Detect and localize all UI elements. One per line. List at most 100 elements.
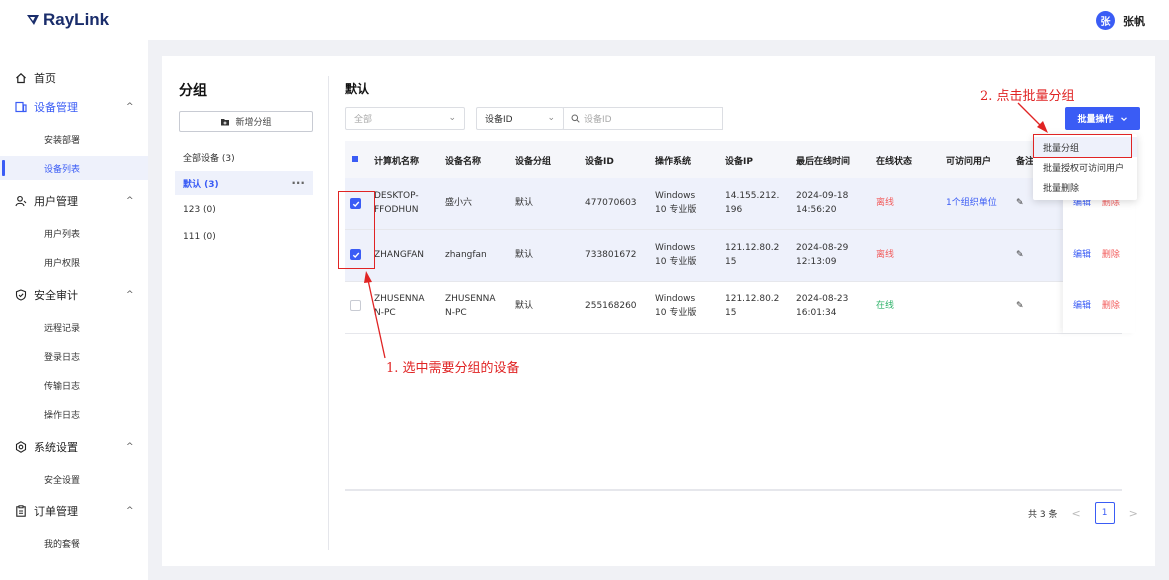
- delete-link[interactable]: 删除: [1102, 301, 1120, 311]
- sidebar-item-home[interactable]: 首页: [0, 67, 148, 89]
- sidebar-item-user-permission[interactable]: 用户权限: [0, 250, 148, 274]
- total-count: 共 3 条: [1028, 509, 1058, 520]
- column-header: 备注: [1016, 157, 1035, 167]
- column-header: 设备分组: [515, 157, 552, 167]
- group-item-all[interactable]: 全部设备 (3): [175, 145, 313, 169]
- device-ip: 14.155.212.: [725, 191, 780, 201]
- more-icon[interactable]: ···: [291, 176, 305, 190]
- search-input[interactable]: 设备ID: [563, 107, 723, 130]
- menu-item-bulk-authorize[interactable]: 批量授权可访问用户: [1033, 157, 1137, 177]
- device-ip: 15: [725, 257, 737, 267]
- group-item-111[interactable]: 111 (0): [175, 225, 313, 249]
- sidebar-item-order-management[interactable]: 订单管理 ^: [0, 500, 148, 522]
- sidebar-item-remote-log[interactable]: 远程记录: [0, 315, 148, 339]
- chevron-down-icon: [1120, 116, 1127, 121]
- prev-page-icon[interactable]: <: [1071, 507, 1080, 520]
- sidebar-item-system-settings[interactable]: 系统设置 ^: [0, 436, 148, 458]
- device-ip: 121.12.80.2: [725, 294, 780, 304]
- next-page-icon[interactable]: >: [1129, 507, 1138, 520]
- edit-note-icon[interactable]: ✎: [1016, 196, 1024, 210]
- search-field-value: 设备ID: [485, 115, 513, 125]
- column-header: 操作系统: [655, 157, 692, 167]
- sidebar-item-device-list[interactable]: 设备列表: [0, 156, 148, 180]
- menu-item-label: 批量授权可访问用户: [1043, 163, 1125, 174]
- device-group: 默认: [515, 198, 534, 208]
- device-icon: [14, 101, 27, 114]
- device-ip: 121.12.80.2: [725, 243, 780, 253]
- raylink-logo[interactable]: RayLink: [26, 10, 109, 30]
- sidebar-item-user-management[interactable]: 用户管理 ^: [0, 190, 148, 212]
- column-header: 设备IP: [725, 157, 753, 167]
- computer-name: ZHANGFAN: [374, 250, 425, 260]
- user-name[interactable]: 张帆: [1123, 13, 1145, 29]
- sidebar-item-transfer-log[interactable]: 传输日志: [0, 373, 148, 397]
- row-checkbox[interactable]: [350, 300, 361, 311]
- bulk-group-highlight-box: [1033, 134, 1132, 158]
- bulk-operation-button[interactable]: 批量操作: [1065, 107, 1140, 130]
- group-item-123[interactable]: 123 (0): [175, 198, 313, 222]
- sidebar-item-login-log[interactable]: 登录日志: [0, 344, 148, 368]
- sidebar-item-my-plan[interactable]: 我的套餐: [0, 531, 148, 555]
- device-group: 默认: [515, 250, 534, 260]
- bulk-operation-label: 批量操作: [1077, 115, 1114, 125]
- column-header: 可访问用户: [946, 157, 992, 167]
- sidebar-item-label: 操作日志: [44, 410, 81, 421]
- edit-link[interactable]: 编辑: [1073, 250, 1091, 260]
- sidebar-item-operation-log[interactable]: 操作日志: [0, 402, 148, 426]
- device-id: 733801672: [585, 250, 637, 260]
- edit-note-icon[interactable]: ✎: [1016, 248, 1024, 262]
- accessible-users-link[interactable]: 1个组织单位: [946, 196, 997, 210]
- group-item-label: 默认 (3): [183, 179, 219, 190]
- os: Windows: [655, 294, 696, 304]
- panel-divider: [328, 76, 329, 550]
- last-online: 2024-09-18: [796, 191, 849, 201]
- column-header: 设备名称: [445, 157, 482, 167]
- logo-text: RayLink: [43, 10, 110, 29]
- status-badge: 离线: [876, 250, 895, 260]
- device-ip: 15: [725, 308, 737, 318]
- menu-item-bulk-delete[interactable]: 批量删除: [1033, 177, 1137, 197]
- delete-link[interactable]: 删除: [1102, 250, 1120, 260]
- column-header: 最后在线时间: [796, 157, 851, 167]
- group-panel-title: 分组: [179, 83, 207, 99]
- sidebar-item-security-audit[interactable]: 安全审计 ^: [0, 284, 148, 306]
- sidebar-item-device-deploy[interactable]: 安装部署: [0, 127, 148, 151]
- pagination: 共 3 条 < 1 >: [1028, 502, 1138, 524]
- column-header: 在线状态: [876, 157, 913, 167]
- checkbox-highlight-box: [338, 191, 375, 269]
- search-placeholder: 设备ID: [584, 115, 612, 125]
- device-group: 默认: [515, 301, 534, 311]
- page-button[interactable]: 1: [1094, 502, 1115, 524]
- group-item-default[interactable]: 默认 (3) ···: [175, 171, 313, 195]
- group-item-label: 全部设备 (3): [183, 153, 235, 164]
- sidebar-item-label: 用户权限: [44, 258, 81, 269]
- user-menu[interactable]: 张 张帆: [1096, 11, 1145, 30]
- sidebar-item-security-settings[interactable]: 安全设置: [0, 467, 148, 491]
- sidebar-item-label: 传输日志: [44, 381, 81, 392]
- last-online: 2024-08-29: [796, 243, 849, 253]
- chevron-down-icon: ⌄: [448, 113, 456, 123]
- sidebar-item-label: 远程记录: [44, 323, 81, 334]
- sidebar-item-label: 安全设置: [44, 475, 81, 486]
- new-group-button[interactable]: 新增分组: [179, 111, 313, 132]
- computer-name: DESKTOP-: [374, 191, 419, 201]
- user-icon: [14, 195, 27, 208]
- chevron-up-icon: ^: [126, 196, 134, 206]
- sidebar-item-device-management[interactable]: 设备管理 ^: [0, 96, 148, 118]
- sidebar-item-user-list[interactable]: 用户列表: [0, 221, 148, 245]
- horizontal-scrollbar[interactable]: [345, 489, 1122, 491]
- status-filter-select[interactable]: 全部 ⌄: [345, 107, 465, 130]
- search-field-select[interactable]: 设备ID ⌄: [476, 107, 564, 130]
- last-online: 12:13:09: [796, 257, 837, 267]
- sidebar-item-label: 系统设置: [34, 441, 78, 454]
- os: Windows: [655, 191, 696, 201]
- select-all-checkbox[interactable]: [352, 156, 358, 162]
- device-id: 477070603: [585, 198, 637, 208]
- edit-link[interactable]: 编辑: [1073, 301, 1091, 311]
- sidebar-item-label: 安全审计: [34, 289, 78, 302]
- sidebar-item-label: 登录日志: [44, 352, 81, 363]
- status-badge: 离线: [876, 198, 895, 208]
- avatar[interactable]: 张: [1096, 11, 1115, 30]
- edit-note-icon[interactable]: ✎: [1016, 299, 1024, 313]
- column-header: 设备ID: [585, 157, 614, 167]
